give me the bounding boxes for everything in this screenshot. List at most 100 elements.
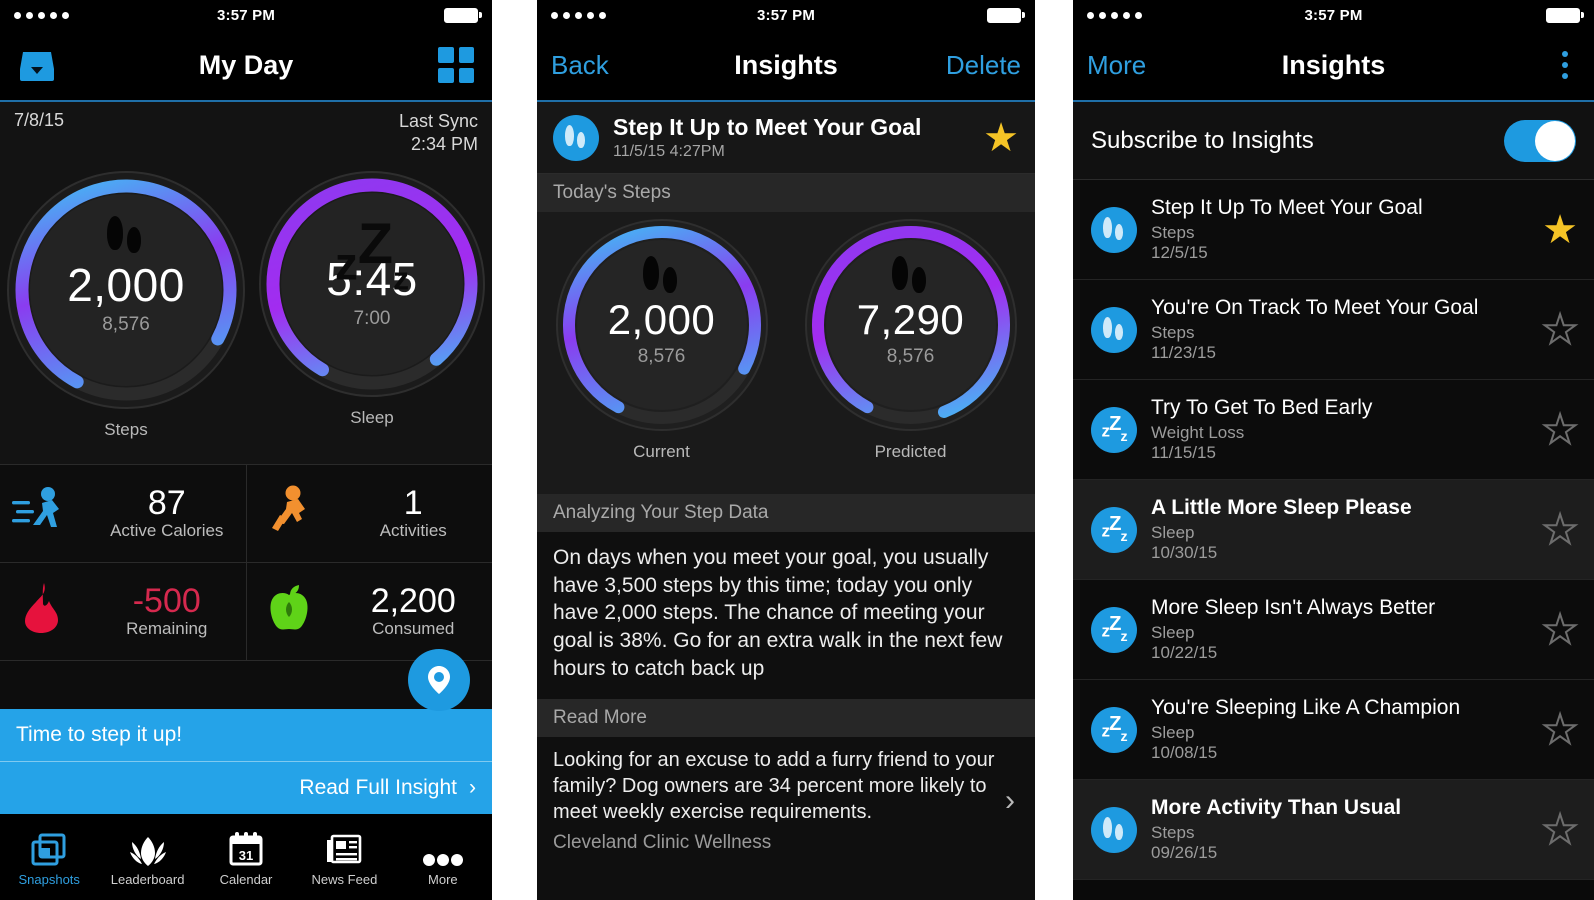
favorite-star-icon[interactable]: ★: [1541, 309, 1579, 351]
list-item-text: Step It Up To Meet Your Goal Steps 12/5/15: [1151, 196, 1528, 264]
steps-gauge[interactable]: 2,000 8,576 Steps: [2, 166, 250, 440]
nav-bar: My Day: [0, 30, 492, 102]
chevron-right-icon: ›: [469, 776, 476, 799]
list-item-date: 09/26/15: [1151, 843, 1218, 862]
insight-header: Step It Up to Meet Your Goal 11/5/15 4:2…: [537, 102, 1035, 174]
list-item-text: Try To Get To Bed Early Weight Loss 11/15/…: [1151, 396, 1528, 464]
list-item-category: Sleep: [1151, 722, 1195, 742]
phone-screen-my-day: 3:57 PM My Day 7/8/15 Last Sync 2:34 PM: [0, 0, 492, 900]
stat-consumed[interactable]: 2,200 Consumed: [245, 563, 493, 660]
panel-gap: [492, 0, 537, 900]
snapshots-icon: [31, 827, 67, 867]
tab-label: Leaderboard: [110, 872, 185, 887]
read-more-card[interactable]: Looking for an excuse to add a furry fri…: [537, 736, 1035, 866]
list-item-category: Steps: [1151, 822, 1195, 842]
read-more-source: Cleveland Clinic Wellness: [553, 831, 772, 853]
list-item-date: 10/22/15: [1151, 643, 1218, 662]
stat-value: -500: [132, 581, 201, 620]
battery-icon: [1546, 7, 1584, 23]
stat-activities[interactable]: 1 Activities: [245, 465, 493, 562]
sleep-goal: 7:00: [353, 308, 391, 329]
tab-snapshots[interactable]: Snapshots: [0, 827, 98, 887]
inbox-icon[interactable]: [18, 48, 56, 82]
list-item-meta: Steps 12/5/15: [1151, 223, 1528, 264]
banner-message: Time to step it up!: [0, 709, 492, 762]
read-more-text: Looking for an excuse to add a furry fri…: [553, 748, 995, 823]
favorite-star-icon[interactable]: ★: [983, 118, 1019, 158]
favorite-star-icon[interactable]: ★: [1541, 809, 1579, 851]
list-item[interactable]: zZz More Sleep Isn't Always Better Sleep 10…: [1073, 580, 1594, 680]
list-item-category: Steps: [1151, 322, 1195, 342]
last-sync-time: 2:34 PM: [410, 133, 478, 154]
list-item[interactable]: More Activity Than Usual Steps 09/26/15 ★: [1073, 780, 1594, 880]
back-button[interactable]: Back: [551, 50, 609, 81]
ellipsis-icon: [421, 827, 465, 867]
read-full-insight-button[interactable]: Read Full Insight ›: [0, 762, 492, 814]
sleep-caption: Sleep: [350, 408, 394, 427]
favorite-star-icon[interactable]: ★: [1541, 609, 1579, 651]
zzz-icon: zZz: [1091, 606, 1137, 653]
date-sync-row: 7/8/15 Last Sync 2:34 PM: [0, 102, 492, 164]
list-item-title: Try To Get To Bed Early: [1151, 395, 1373, 419]
favorite-star-icon[interactable]: ★: [1541, 509, 1579, 551]
location-pin-icon[interactable]: [408, 649, 470, 711]
list-item[interactable]: Step It Up To Meet Your Goal Steps 12/5/15…: [1073, 180, 1594, 280]
predicted-caption: Predicted: [874, 442, 947, 461]
stat-active-calories[interactable]: 87 Active Calories: [0, 465, 246, 562]
predicted-goal: 8,576: [886, 346, 935, 367]
signal-dots-icon: [1087, 11, 1142, 19]
list-item-meta: Steps 09/26/15: [1151, 823, 1528, 864]
list-item-text: You're Sleeping Like A Champion Sleep 10/0…: [1151, 696, 1528, 764]
tab-news-feed[interactable]: News Feed: [295, 827, 393, 887]
stat-value: 1: [403, 483, 423, 522]
current-steps-gauge: 2,000 8,576 Current: [551, 214, 773, 462]
favorite-star-icon[interactable]: ★: [1541, 409, 1579, 451]
status-time: 3:57 PM: [216, 6, 276, 24]
list-item-date: 11/15/15: [1151, 443, 1216, 462]
phone-screen-insight-detail: 3:57 PM Back Insights Delete Step It Up …: [537, 0, 1035, 900]
list-item-title: You're On Track To Meet Your Goal: [1151, 295, 1479, 319]
list-item-title: A Little More Sleep Please: [1151, 495, 1412, 519]
chevron-right-icon: ›: [1005, 783, 1015, 817]
list-item-title: Step It Up To Meet Your Goal: [1151, 195, 1423, 219]
stat-remaining[interactable]: -500 Remaining: [0, 563, 246, 660]
list-item[interactable]: zZz Try To Get To Bed Early Weight Loss 11/…: [1073, 380, 1594, 480]
laurel-icon: [128, 827, 168, 867]
kebab-menu-icon[interactable]: [1562, 51, 1568, 79]
footprints-icon: [553, 114, 599, 161]
sleep-gauge[interactable]: zZz 5:45 7:00 Sleep: [254, 166, 490, 428]
list-item-title: You're Sleeping Like A Champion: [1151, 695, 1461, 719]
current-date: 7/8/15: [14, 110, 65, 130]
subscribe-toggle[interactable]: [1504, 119, 1576, 162]
list-item-category: Sleep: [1151, 522, 1195, 542]
favorite-star-icon[interactable]: ★: [1541, 709, 1579, 751]
list-item[interactable]: You're On Track To Meet Your Goal Steps 11…: [1073, 280, 1594, 380]
list-item-category: Weight Loss: [1151, 422, 1245, 442]
steps-value: 2,000: [67, 259, 185, 311]
insight-banner[interactable]: Time to step it up! Read Full Insight ›: [0, 709, 492, 814]
list-item[interactable]: zZz You're Sleeping Like A Champion Sleep 1…: [1073, 680, 1594, 780]
last-sync-label: Last Sync: [398, 111, 478, 131]
more-button[interactable]: More: [1087, 50, 1146, 81]
newspaper-icon: [325, 827, 363, 867]
list-item-date: 11/23/15: [1151, 343, 1216, 362]
favorite-star-icon[interactable]: ★: [1542, 210, 1578, 250]
list-item-text: More Sleep Isn't Always Better Sleep 10/22…: [1151, 596, 1528, 664]
tab-leaderboard[interactable]: Leaderboard: [98, 827, 196, 887]
zzz-icon: zZz: [1091, 406, 1137, 453]
stats-row: 87 Active Calories 1 Activities: [0, 465, 492, 563]
list-item-date: 10/30/15: [1151, 543, 1218, 562]
runner-orange-icon: [253, 485, 325, 542]
battery-icon: [987, 7, 1025, 23]
list-item-title: More Activity Than Usual: [1151, 795, 1402, 819]
list-item-date: 12/5/15: [1151, 243, 1208, 262]
grid-icon[interactable]: [438, 47, 474, 83]
list-item[interactable]: zZz A Little More Sleep Please Sleep 10/30/…: [1073, 480, 1594, 580]
tab-more[interactable]: More: [394, 827, 492, 887]
stat-value: 2,200: [370, 581, 456, 620]
tab-calendar[interactable]: 31 Calendar: [197, 827, 295, 887]
list-item-text: More Activity Than Usual Steps 09/26/15: [1151, 796, 1528, 864]
subscribe-row[interactable]: Subscribe to Insights: [1073, 102, 1594, 180]
insight-title: Step It Up to Meet Your Goal: [613, 114, 922, 140]
delete-button[interactable]: Delete: [946, 50, 1021, 81]
